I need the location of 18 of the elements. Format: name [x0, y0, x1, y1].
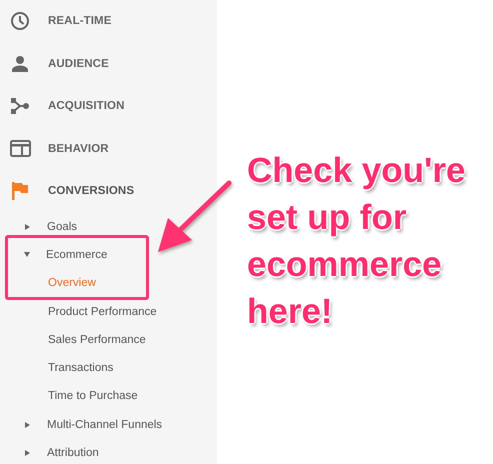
- nav-section[interactable]: CONVERSIONS: [48, 185, 134, 198]
- nav-subitem[interactable]: Transactions: [48, 362, 114, 374]
- nav-section[interactable]: AUDIENCE: [48, 58, 109, 70]
- nav-subitem[interactable]: Time to Purchase: [48, 390, 138, 402]
- caret-right-icon[interactable]: [25, 450, 30, 456]
- nav-item[interactable]: Ecommerce: [46, 248, 108, 261]
- nav-item[interactable]: Attribution: [47, 447, 99, 460]
- caret-right-icon[interactable]: [25, 422, 30, 428]
- nav-subitem[interactable]: Sales Performance: [48, 334, 146, 346]
- caret-down-icon[interactable]: [24, 252, 30, 258]
- nav-item[interactable]: Multi-Channel Funnels: [47, 418, 162, 431]
- nav-section[interactable]: ACQUISITION: [48, 100, 124, 112]
- nav-section[interactable]: REAL-TIME: [48, 15, 112, 28]
- nav-section[interactable]: BEHAVIOR: [48, 142, 109, 155]
- nav-subitem[interactable]: Product Performance: [48, 306, 157, 318]
- caret-right-icon[interactable]: [25, 224, 30, 230]
- nav-item[interactable]: Goals: [47, 220, 78, 233]
- callout-text: Check you're set up for ecommerce here!: [247, 150, 466, 333]
